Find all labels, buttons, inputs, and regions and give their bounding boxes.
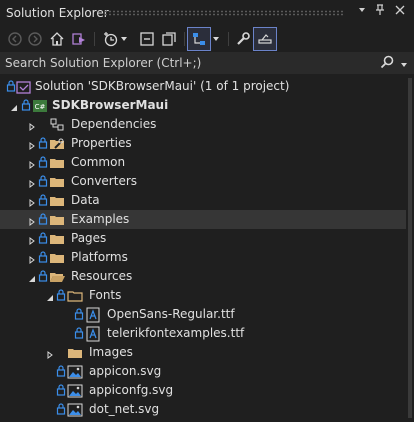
lock-icon bbox=[56, 365, 66, 380]
tree-item-label: telerikfontexamples.ttf bbox=[107, 326, 245, 340]
tree-item-label: OpenSans-Regular.ttf bbox=[107, 307, 235, 321]
lock-icon bbox=[38, 213, 48, 228]
lock-icon bbox=[38, 251, 48, 266]
chevron-right-icon[interactable] bbox=[28, 234, 36, 248]
window-title: Solution Explorer bbox=[6, 6, 109, 20]
tree-row-fonts[interactable]: Fonts bbox=[0, 286, 406, 305]
tree-item-label: appiconfg.svg bbox=[89, 383, 174, 397]
collapse-all-icon[interactable] bbox=[136, 28, 158, 50]
lock-icon bbox=[21, 99, 31, 114]
sync-with-active-document-icon[interactable] bbox=[187, 27, 211, 51]
solution-label: Solution 'SDKBrowserMaui' (1 of 1 projec… bbox=[35, 79, 290, 93]
chevron-right-icon[interactable] bbox=[46, 348, 54, 362]
chevron-right-icon[interactable] bbox=[28, 177, 36, 191]
tree-item-label: Converters bbox=[71, 174, 138, 188]
chevron-right-icon[interactable] bbox=[28, 253, 36, 267]
toolbar bbox=[0, 26, 414, 52]
chevron-down-icon[interactable] bbox=[46, 291, 54, 305]
tree-row-project[interactable]: C# SDKBrowserMaui bbox=[0, 96, 406, 115]
properties-wrench-icon[interactable] bbox=[232, 28, 254, 50]
lock-icon bbox=[38, 175, 48, 190]
tree-row-svg-file[interactable]: dot_net.svg bbox=[0, 400, 406, 419]
tree-item-label: Data bbox=[71, 193, 100, 207]
search-input[interactable]: Search Solution Explorer (Ctrl+;) bbox=[5, 56, 201, 70]
tree-row-converters[interactable]: Converters bbox=[0, 172, 406, 191]
forward-icon[interactable] bbox=[24, 28, 46, 50]
tree-item-label: Dependencies bbox=[71, 117, 157, 131]
search-options-icon[interactable] bbox=[400, 58, 408, 72]
toolbar-separator bbox=[94, 32, 95, 46]
svg-text:C#: C# bbox=[35, 103, 46, 111]
back-icon[interactable] bbox=[4, 28, 26, 50]
tree-row-pages[interactable]: Pages bbox=[0, 229, 406, 248]
tree-row-svg-file[interactable]: appicon.svg bbox=[0, 362, 406, 381]
image-file-icon bbox=[67, 402, 83, 421]
tree-item-label: Fonts bbox=[89, 288, 122, 302]
tree-row-resources[interactable]: Resources bbox=[0, 267, 406, 286]
tree-item-label: appicon.svg bbox=[89, 364, 162, 378]
tree-row-platforms[interactable]: Platforms bbox=[0, 248, 406, 267]
toolbar-separator bbox=[184, 32, 185, 46]
chevron-right-icon[interactable] bbox=[28, 120, 36, 134]
tree-item-label: Properties bbox=[71, 136, 132, 150]
filter-dropdown-icon[interactable] bbox=[118, 28, 130, 50]
tree-row-properties[interactable]: Properties bbox=[0, 134, 406, 153]
tree-row-data[interactable]: Data bbox=[0, 191, 406, 210]
tree-item-label: Platforms bbox=[71, 250, 128, 264]
pin-icon[interactable] bbox=[372, 4, 388, 20]
scrollbar-thumb[interactable] bbox=[408, 78, 412, 418]
show-all-files-icon[interactable] bbox=[158, 28, 180, 50]
tree-row-solution[interactable]: Solution 'SDKBrowserMaui' (1 of 1 projec… bbox=[0, 77, 406, 96]
chevron-right-icon[interactable] bbox=[28, 196, 36, 210]
lock-icon bbox=[38, 232, 48, 247]
project-label: SDKBrowserMaui bbox=[52, 98, 169, 112]
tree-item-label: Resources bbox=[71, 269, 133, 283]
drag-grip[interactable] bbox=[104, 10, 344, 16]
lock-icon bbox=[56, 384, 66, 399]
lock-icon bbox=[38, 194, 48, 209]
tree-item-label: Images bbox=[89, 345, 133, 359]
chevron-down-icon[interactable] bbox=[10, 101, 18, 115]
tree-row-examples[interactable]: Examples bbox=[0, 210, 406, 229]
sync-dropdown-icon[interactable] bbox=[210, 28, 222, 50]
lock-icon bbox=[74, 327, 84, 342]
tree-row-common[interactable]: Common bbox=[0, 153, 406, 172]
tree-row-font-file[interactable]: OpenSans-Regular.ttf bbox=[0, 305, 406, 324]
lock-icon bbox=[38, 137, 48, 152]
lock-icon bbox=[38, 270, 48, 285]
lock-icon bbox=[74, 308, 84, 323]
close-icon[interactable] bbox=[392, 4, 408, 20]
tree-row-svg-file[interactable]: appiconfg.svg bbox=[0, 381, 406, 400]
tree-row-images[interactable]: Images bbox=[0, 343, 406, 362]
search-box[interactable]: Search Solution Explorer (Ctrl+;) bbox=[0, 52, 414, 74]
preview-selected-items-icon[interactable] bbox=[253, 27, 277, 51]
lock-icon bbox=[56, 289, 66, 304]
tree-row-dependencies[interactable]: Dependencies bbox=[0, 115, 406, 134]
lock-icon bbox=[38, 156, 48, 171]
chevron-down-icon[interactable] bbox=[28, 272, 36, 286]
lock-icon bbox=[6, 80, 16, 95]
switch-views-icon[interactable] bbox=[68, 28, 90, 50]
dropdown-icon[interactable] bbox=[354, 4, 370, 20]
chevron-right-icon[interactable] bbox=[28, 215, 36, 229]
tree-item-label: dot_net.svg bbox=[89, 402, 160, 416]
toolbar-separator bbox=[228, 32, 229, 46]
chevron-right-icon[interactable] bbox=[28, 158, 36, 172]
tree-row-font-file[interactable]: telerikfontexamples.ttf bbox=[0, 324, 406, 343]
tree-item-label: Common bbox=[71, 155, 126, 169]
title-bar: Solution Explorer bbox=[0, 0, 414, 26]
search-icon[interactable] bbox=[380, 55, 394, 72]
tree-item-label: Pages bbox=[71, 231, 107, 245]
chevron-right-icon[interactable] bbox=[28, 139, 36, 153]
home-icon[interactable] bbox=[46, 28, 68, 50]
tree-item-label: Examples bbox=[71, 212, 130, 226]
lock-icon bbox=[56, 403, 66, 418]
